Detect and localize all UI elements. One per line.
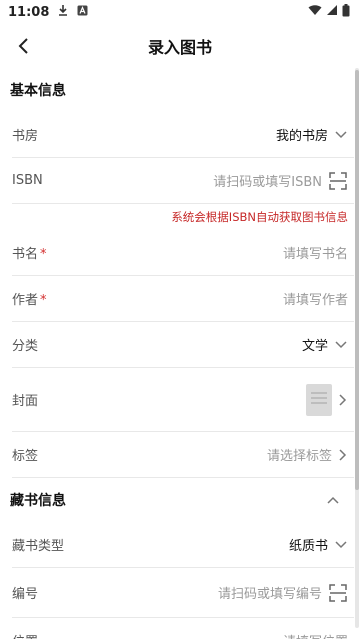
back-button[interactable] [10,32,38,60]
isbn-input[interactable]: 请扫码或填写ISBN [213,171,322,190]
author-label: 作者 * [12,289,47,308]
study-row[interactable]: 书房 我的书房 [12,112,354,158]
chevron-up-icon [327,496,339,504]
scan-icon[interactable] [328,583,348,603]
title-label-text: 书名 [12,247,39,262]
collection-type-label: 藏书类型 [12,539,65,554]
author-row[interactable]: 作者 * 请填写作者 [12,276,354,322]
isbn-hint: 系统会根据ISBN自动获取图书信息 [171,210,348,224]
collection-type-row[interactable]: 藏书类型 纸质书 [12,522,354,568]
status-bar: 11:08 [0,0,360,24]
title-label: 书名 * [12,243,47,262]
category-label: 分类 [12,339,39,354]
chevron-right-icon [339,448,347,461]
section-collection-info[interactable]: 藏书信息 [0,478,354,522]
tags-label: 标签 [12,449,39,464]
author-label-text: 作者 [12,293,39,308]
collection-type-value: 纸质书 [288,539,328,554]
required-mark: * [40,293,47,308]
location-input[interactable]: 请填写位置 [283,631,348,639]
notification-a-icon [77,5,88,20]
number-row[interactable]: 编号 请扫码或填写编号 [12,568,354,618]
form-content: 基本信息 书房 我的书房 ISBN 请扫码或填写ISBN 系统会根据ISBN自动… [0,68,354,639]
chevron-down-icon [335,340,347,348]
cover-label: 封面 [12,394,39,409]
scan-icon[interactable] [328,171,348,191]
number-input[interactable]: 请扫码或填写编号 [218,583,322,602]
required-mark: * [40,247,47,262]
tags-input[interactable]: 请选择标签 [267,445,332,464]
chevron-right-icon [339,393,347,406]
isbn-row[interactable]: ISBN 请扫码或填写ISBN [12,158,354,204]
tags-row[interactable]: 标签 请选择标签 [12,432,354,478]
number-label: 编号 [12,587,39,602]
wifi-icon [308,4,322,20]
chevron-left-icon [18,38,28,54]
section-collection-title: 藏书信息 [10,493,66,509]
study-value: 我的书房 [275,129,328,144]
author-input[interactable]: 请填写作者 [283,289,348,308]
chevron-down-icon [335,540,347,548]
page-title: 录入图书 [147,38,212,57]
study-label: 书房 [12,129,39,144]
app-bar: 录入图书 [0,24,360,68]
chevron-down-icon [335,130,347,138]
status-time: 11:08 [8,4,50,20]
title-row[interactable]: 书名 * 请填写书名 [12,230,354,276]
section-basic-title: 基本信息 [10,83,66,99]
location-row[interactable]: 位置 请填写位置 [12,618,354,639]
section-basic-info: 基本信息 [0,68,354,112]
location-label: 位置 [12,631,38,639]
book-cover-icon[interactable] [306,383,332,416]
download-icon [57,4,69,20]
isbn-label: ISBN [12,173,43,188]
title-input[interactable]: 请填写书名 [283,243,348,262]
battery-icon [342,3,350,21]
scrollbar-thumb[interactable] [355,70,359,490]
signal-icon [326,4,338,20]
cover-row[interactable]: 封面 [12,368,354,432]
category-row[interactable]: 分类 文学 [12,322,354,368]
category-value: 文学 [301,339,328,354]
